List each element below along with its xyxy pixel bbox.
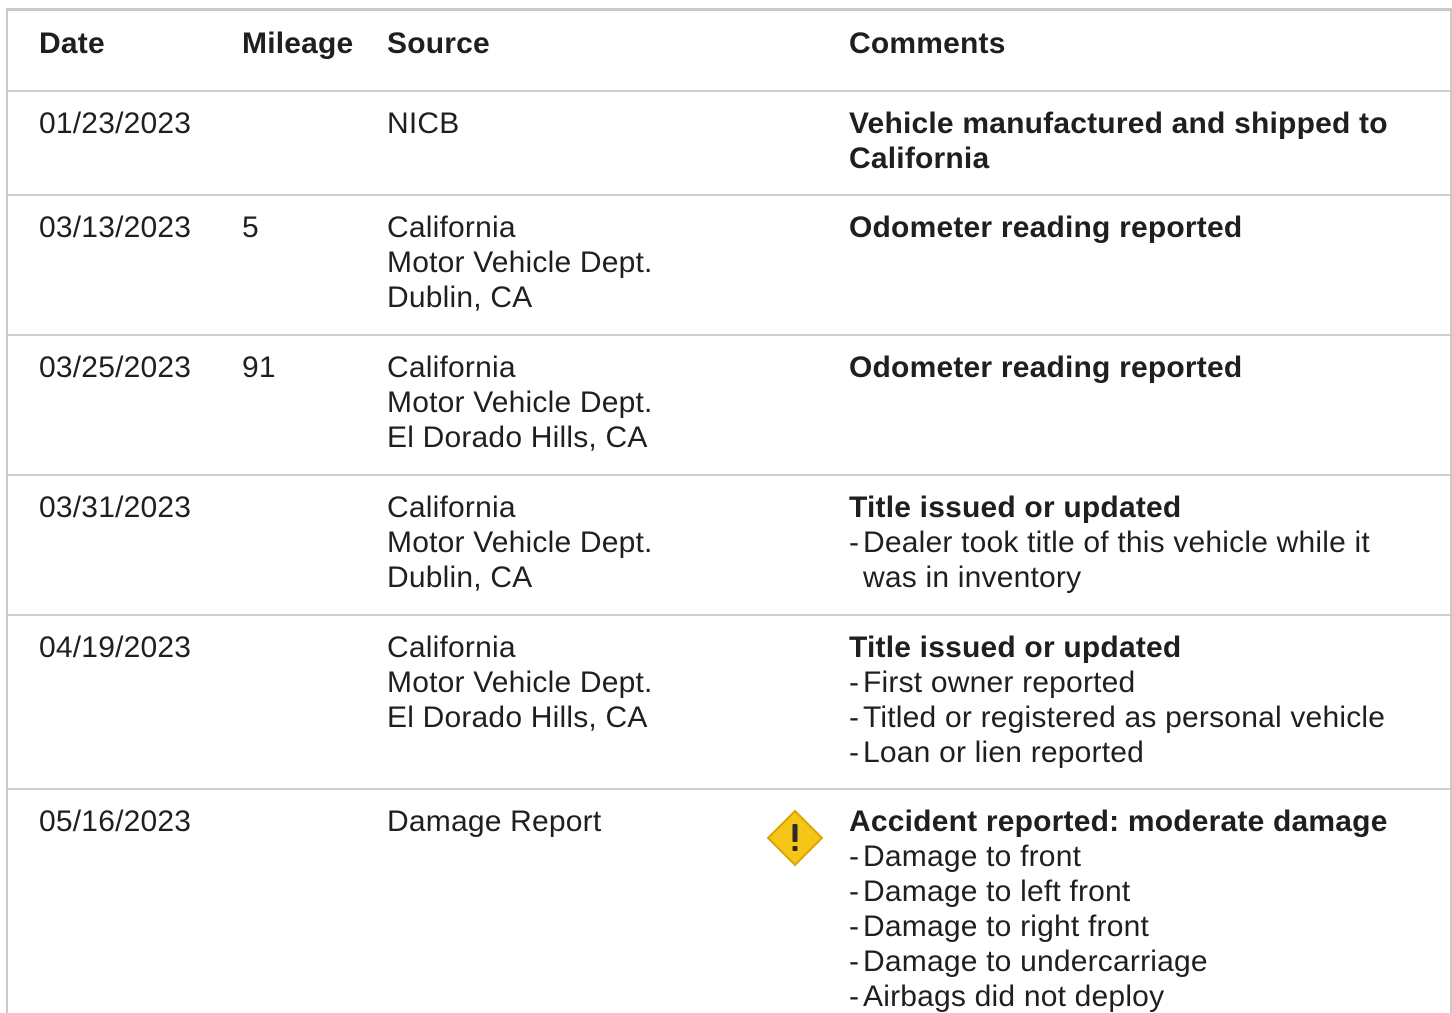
detail-line: First owner reported: [863, 666, 1136, 699]
row-comments: Title issued or updated - Dealer took ti…: [849, 490, 1370, 595]
dash-glyph: -: [849, 980, 860, 1013]
source-line: Motor Vehicle Dept.: [387, 246, 653, 279]
dash-glyph: -: [849, 840, 860, 873]
table-row: 04/19/2023 California Motor Vehicle Dept…: [8, 616, 1450, 790]
row-source: California Motor Vehicle Dept. Dublin, C…: [387, 210, 653, 315]
source-line: California: [387, 491, 516, 524]
warning-icon: [766, 809, 824, 867]
source-line: Motor Vehicle Dept.: [387, 526, 653, 559]
row-date: 05/16/2023: [39, 805, 192, 838]
comment-title: Title issued or updated: [849, 491, 1182, 524]
row-date: 04/19/2023: [39, 631, 192, 664]
detail-line: Airbags did not deploy: [863, 980, 1165, 1013]
source-line: El Dorado Hills, CA: [387, 701, 648, 734]
detail-line: was in inventory: [863, 561, 1082, 594]
row-date: 01/23/2023: [39, 107, 192, 140]
comment-detail: - Damage to right front: [849, 909, 1388, 944]
dash-glyph: -: [849, 875, 860, 908]
row-comments: Odometer reading reported: [849, 350, 1242, 385]
detail-line: Titled or registered as personal vehicle: [863, 701, 1386, 734]
table-row: 03/25/2023 91 California Motor Vehicle D…: [8, 336, 1450, 476]
row-comments: Vehicle manufactured and shipped to Cali…: [849, 106, 1388, 176]
row-comments: Title issued or updated - First owner re…: [849, 630, 1385, 770]
row-date: 03/25/2023: [39, 351, 192, 384]
comment-detail: - Damage to front: [849, 839, 1388, 874]
row-date: 03/13/2023: [39, 211, 192, 244]
comment-detail: - Loan or lien reported: [849, 735, 1385, 770]
source-line: Dublin, CA: [387, 281, 533, 314]
dash-glyph: -: [849, 945, 860, 978]
source-line: El Dorado Hills, CA: [387, 421, 648, 454]
detail-line: Damage to undercarriage: [863, 945, 1208, 978]
row-source: California Motor Vehicle Dept. El Dorado…: [387, 350, 653, 455]
source-line: Dublin, CA: [387, 561, 533, 594]
comment-detail: - First owner reported: [849, 665, 1385, 700]
header-date: Date: [39, 27, 105, 60]
dash-glyph: -: [849, 701, 860, 734]
row-comments: Accident reported: moderate damage - Dam…: [849, 804, 1388, 1013]
comment-title: Title issued or updated: [849, 631, 1182, 664]
comment-title: Accident reported: moderate damage: [849, 805, 1388, 838]
source-line: California: [387, 631, 516, 664]
comment-detail: - Damage to left front: [849, 874, 1388, 909]
comment-title: Vehicle manufactured and shipped to: [849, 107, 1388, 140]
table-row: 05/16/2023 Damage Report Accident report…: [8, 790, 1450, 1013]
detail-line: Loan or lien reported: [863, 736, 1145, 769]
table-header: Date Mileage Source Comments: [8, 11, 1450, 92]
row-source: California Motor Vehicle Dept. Dublin, C…: [387, 490, 653, 595]
dash-glyph: -: [849, 736, 860, 769]
dash-glyph: -: [849, 666, 860, 699]
comment-title: Odometer reading reported: [849, 351, 1243, 384]
comment-detail: - Titled or registered as personal vehic…: [849, 700, 1385, 735]
comment-detail: - Damage to undercarriage: [849, 944, 1388, 979]
header-mileage: Mileage: [242, 27, 354, 60]
table-row: 01/23/2023 NICB Vehicle manufactured and…: [8, 92, 1450, 196]
source-line: California: [387, 211, 516, 244]
detail-line: Damage to left front: [863, 875, 1131, 908]
source-line: California: [387, 351, 516, 384]
table-row: 03/13/2023 5 California Motor Vehicle De…: [8, 196, 1450, 336]
comment-title: Odometer reading reported: [849, 211, 1243, 244]
table-row: 03/31/2023 California Motor Vehicle Dept…: [8, 476, 1450, 616]
row-source: Damage Report: [387, 804, 601, 839]
detail-line: Damage to front: [863, 840, 1082, 873]
comment-detail: - Dealer took title of this vehicle whil…: [849, 525, 1370, 595]
row-source: California Motor Vehicle Dept. El Dorado…: [387, 630, 653, 735]
row-source: NICB: [387, 106, 459, 141]
comment-detail: - Airbags did not deploy: [849, 979, 1388, 1013]
detail-line: Damage to right front: [863, 910, 1150, 943]
detail-line: Dealer took title of this vehicle while …: [863, 526, 1370, 559]
source-line: NICB: [387, 107, 460, 140]
row-date: 03/31/2023: [39, 491, 192, 524]
row-mileage: 5: [242, 211, 259, 244]
comment-title: California: [849, 142, 990, 175]
source-line: Motor Vehicle Dept.: [387, 386, 653, 419]
dash-glyph: -: [849, 910, 860, 943]
row-mileage: 91: [242, 351, 276, 384]
source-line: Motor Vehicle Dept.: [387, 666, 653, 699]
header-source: Source: [387, 27, 490, 60]
row-comments: Odometer reading reported: [849, 210, 1242, 245]
source-line: Damage Report: [387, 805, 602, 838]
header-comments: Comments: [849, 27, 1006, 60]
dash-glyph: -: [849, 526, 860, 559]
